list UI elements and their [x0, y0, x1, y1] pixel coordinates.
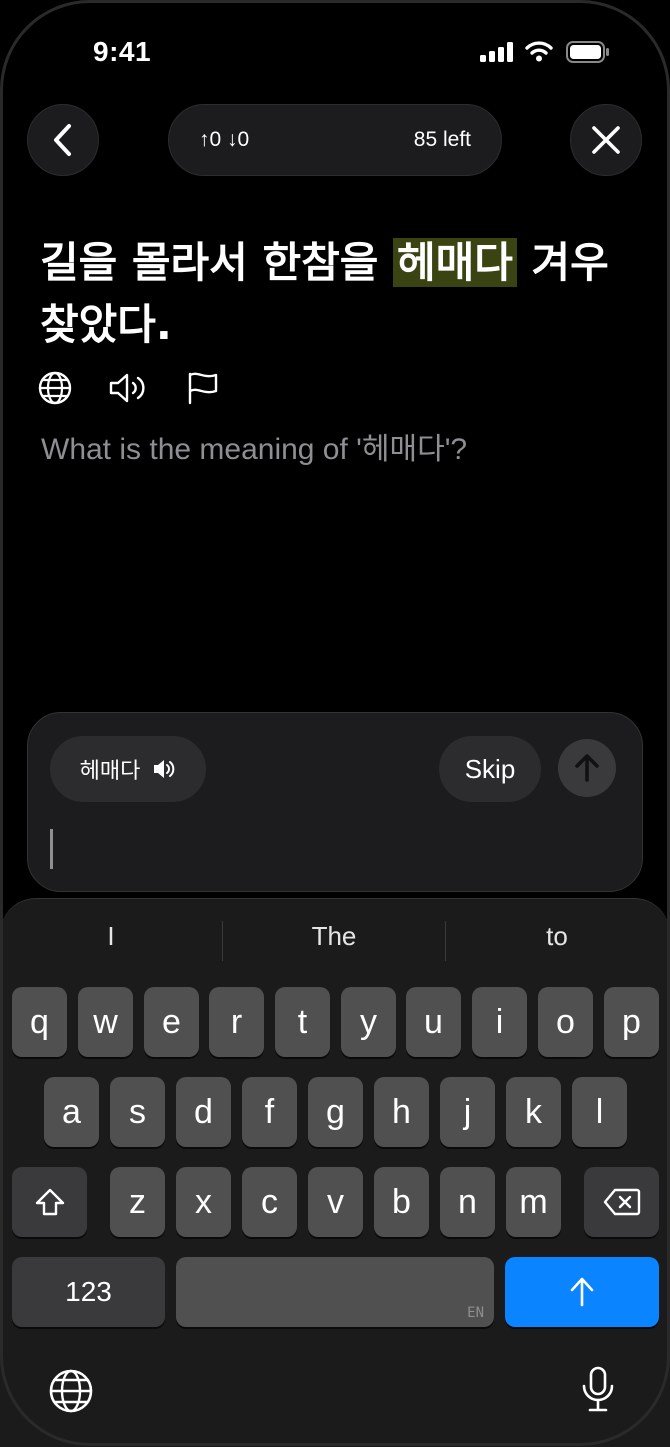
key-t[interactable]: t	[275, 987, 330, 1057]
battery-icon	[566, 41, 610, 68]
key-m[interactable]: m	[506, 1167, 561, 1237]
key-r[interactable]: r	[209, 987, 264, 1057]
key-v[interactable]: v	[308, 1167, 363, 1237]
key-c[interactable]: c	[242, 1167, 297, 1237]
cellular-signal-icon	[480, 42, 514, 67]
key-i[interactable]: i	[472, 987, 527, 1057]
key-q[interactable]: q	[12, 987, 67, 1057]
key-f[interactable]: f	[242, 1077, 297, 1147]
key-z[interactable]: z	[110, 1167, 165, 1237]
key-n[interactable]: n	[440, 1167, 495, 1237]
shift-key[interactable]	[12, 1167, 87, 1237]
key-h[interactable]: h	[374, 1077, 429, 1147]
key-y[interactable]: y	[341, 987, 396, 1057]
key-b[interactable]: b	[374, 1167, 429, 1237]
skip-button[interactable]: Skip	[439, 736, 541, 802]
close-button[interactable]	[570, 104, 642, 176]
key-g[interactable]: g	[308, 1077, 363, 1147]
sentence-before: 길을 몰라서 한참을	[40, 238, 393, 287]
sentence: 길을 몰라서 한참을 헤매다 겨우 찾았다.	[40, 232, 640, 356]
key-l[interactable]: l	[572, 1077, 627, 1147]
numbers-key[interactable]: 123	[12, 1257, 165, 1327]
word-audio-chip[interactable]: 헤매다	[50, 736, 206, 802]
key-a[interactable]: a	[44, 1077, 99, 1147]
suggestion-2[interactable]: The	[223, 921, 445, 952]
arrow-up-icon	[570, 1277, 594, 1307]
key-d[interactable]: d	[176, 1077, 231, 1147]
chevron-left-icon	[54, 124, 71, 156]
key-e[interactable]: e	[144, 987, 199, 1057]
answer-input-cursor[interactable]	[50, 829, 53, 869]
key-p[interactable]: p	[604, 987, 659, 1057]
delete-key[interactable]	[584, 1167, 659, 1237]
vote-counts: ↑0 ↓0	[199, 128, 250, 151]
close-icon	[592, 126, 620, 154]
question-text: What is the meaning of '헤매다'?	[41, 433, 468, 466]
key-k[interactable]: k	[506, 1077, 561, 1147]
globe-key-icon[interactable]	[48, 1368, 94, 1419]
microphone-icon[interactable]	[580, 1366, 616, 1419]
back-button[interactable]	[27, 104, 99, 176]
shift-icon	[35, 1188, 64, 1216]
arrow-up-icon	[575, 754, 599, 782]
suggestion-3[interactable]: to	[446, 921, 668, 952]
key-u[interactable]: u	[406, 987, 461, 1057]
remaining-count: 85 left	[413, 128, 471, 151]
key-s[interactable]: s	[110, 1077, 165, 1147]
key-o[interactable]: o	[538, 987, 593, 1057]
space-key[interactable]: EN	[176, 1257, 494, 1327]
backspace-icon	[603, 1188, 640, 1216]
progress-pill: ↑0 ↓0 85 left	[168, 104, 502, 176]
answer-card: 헤매다 Skip	[27, 712, 643, 892]
key-x[interactable]: x	[176, 1167, 231, 1237]
submit-button[interactable]	[558, 739, 616, 797]
wifi-icon	[525, 40, 553, 67]
translate-globe-icon[interactable]	[38, 371, 72, 410]
key-j[interactable]: j	[440, 1077, 495, 1147]
word-chip-label: 헤매다	[79, 759, 141, 784]
status-time: 9:41	[93, 36, 152, 67]
language-indicator: EN	[467, 1305, 484, 1321]
speaker-icon[interactable]	[108, 371, 150, 410]
speaker-icon	[154, 760, 175, 778]
return-key[interactable]	[505, 1257, 659, 1327]
key-w[interactable]: w	[78, 987, 133, 1057]
keyboard: I The to q w e r t y u i o p a s d f g h…	[0, 898, 670, 1447]
suggestion-1[interactable]: I	[0, 921, 222, 952]
highlighted-word[interactable]: 헤매다	[393, 238, 517, 287]
flag-icon[interactable]	[186, 371, 220, 410]
